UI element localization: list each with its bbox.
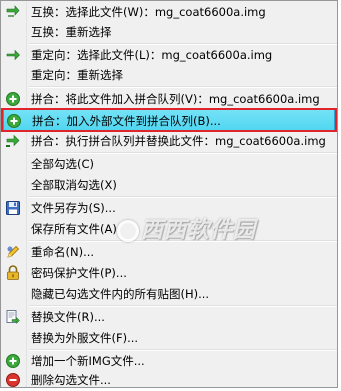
padlock-icon	[7, 265, 19, 280]
menu-item-merge-execute[interactable]: 拼合：执行拼合队列并替换此文件：mg_coat6600a.img	[1, 130, 337, 152]
swap-arrow-icon	[6, 5, 20, 17]
green-plus-icon	[6, 354, 20, 368]
menu-item-label: 拼合：执行拼合队列并替换此文件：mg_coat6600a.img	[31, 134, 326, 148]
menu-item-replace-foreign[interactable]: 替换为外服文件(F)...	[1, 327, 337, 349]
menu-item-rename[interactable]: 重命名(N)...	[1, 241, 337, 263]
menu-item-label: 重定向：选择此文件(L)：mg_coat6600a.img	[31, 48, 273, 62]
menu-item-label: 全部取消勾选(X)	[31, 178, 117, 192]
menu-item-label: 全部勾选(C)	[31, 157, 95, 171]
menu-item-redirect-select[interactable]: 重定向：选择此文件(L)：mg_coat6600a.img	[1, 44, 337, 66]
menu-item-label: 拼合：将此文件加入拼合队列(V)：mg_coat6600a.img	[31, 92, 320, 106]
menu-item-label: 重命名(N)...	[31, 245, 95, 259]
menu-item-label: 隐藏已勾选文件内的所有贴图(H)...	[31, 287, 210, 301]
menu-item-merge-add-this[interactable]: 拼合：将此文件加入拼合队列(V)：mg_coat6600a.img	[1, 88, 337, 110]
menu-item-replace-file[interactable]: 替换文件(R)...	[1, 306, 337, 328]
floppy-disk-icon	[6, 201, 20, 215]
merge-arrow-icon	[6, 134, 20, 147]
green-plus-icon	[6, 92, 20, 106]
menu-item-swap-reselect[interactable]: 互换：重新选择	[1, 21, 337, 43]
menu-item-label: 替换为外服文件(F)...	[31, 331, 139, 345]
redirect-arrow-icon	[6, 49, 20, 61]
red-minus-icon	[6, 373, 20, 387]
menu-item-label: 删除勾选文件...	[31, 373, 111, 387]
menu-item-label: 互换：选择此文件(W)：mg_coat6600a.img	[31, 5, 266, 19]
green-plus-icon	[7, 114, 21, 128]
menu-item-hide-textures[interactable]: 隐藏已勾选文件内的所有贴图(H)...	[1, 283, 337, 305]
menu-item-label: 保存所有文件(A)	[31, 222, 117, 236]
rename-pencil-icon	[7, 245, 20, 258]
menu-item-uncheck-all[interactable]: 全部取消勾选(X)	[1, 174, 337, 196]
menu-item-label: 重定向：重新选择	[31, 68, 123, 82]
menu-item-merge-add-external[interactable]: 拼合：加入外部文件到拼合队列(B)...	[3, 109, 335, 132]
context-menu: 互换：选择此文件(W)：mg_coat6600a.img 互换：重新选择 重定向…	[0, 0, 338, 388]
menu-item-label: 密码保护文件(P)...	[31, 266, 127, 280]
menu-item-label: 互换：重新选择	[31, 25, 112, 39]
menu-item-label: 拼合：加入外部文件到拼合队列(B)...	[32, 114, 221, 128]
menu-item-label: 替换文件(R)...	[31, 310, 105, 324]
replace-file-icon	[6, 310, 20, 325]
menu-item-password-protect[interactable]: 密码保护文件(P)...	[1, 262, 337, 284]
menu-item-check-all[interactable]: 全部勾选(C)	[1, 153, 337, 175]
menu-item-delete-checked[interactable]: 删除勾选文件...	[1, 369, 337, 387]
menu-item-save-as[interactable]: 文件另存为(S)...	[1, 197, 337, 219]
menu-item-swap-select[interactable]: 互换：选择此文件(W)：mg_coat6600a.img	[1, 1, 337, 23]
menu-item-redirect-reselect[interactable]: 重定向：重新选择	[1, 64, 337, 86]
menu-item-label: 文件另存为(S)...	[31, 201, 116, 215]
menu-item-save-all[interactable]: 保存所有文件(A)	[1, 218, 337, 240]
